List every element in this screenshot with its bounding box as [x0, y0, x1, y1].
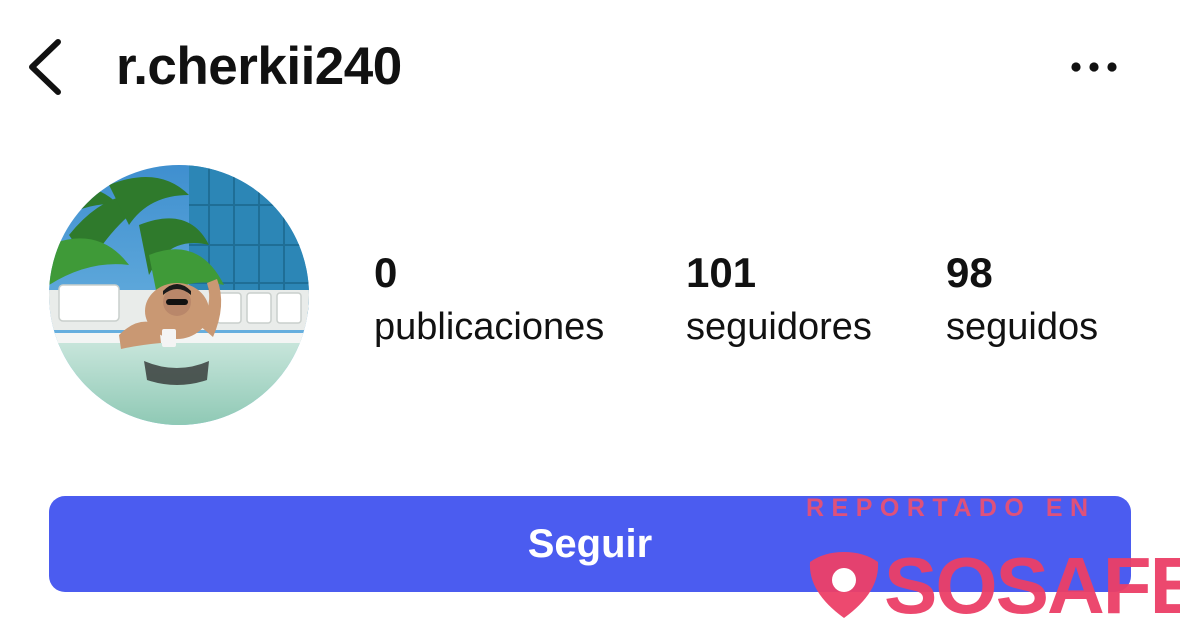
profile-page: r.cherkii240 0 publicaciones 101 seguido… — [0, 0, 1180, 640]
following-label: seguidos — [946, 306, 1099, 348]
stat-followers[interactable]: 101 seguidores — [686, 248, 872, 352]
profile-header: r.cherkii240 — [0, 0, 1180, 135]
followers-count: 101 — [686, 249, 757, 296]
following-count: 98 — [946, 249, 993, 296]
shield-icon — [809, 552, 879, 618]
stat-posts[interactable]: 0 publicaciones — [374, 248, 604, 352]
followers-label: seguidores — [686, 306, 872, 348]
stat-following[interactable]: 98 seguidos — [946, 248, 1098, 352]
posts-label: publicaciones — [374, 306, 605, 348]
profile-photo — [49, 165, 309, 425]
profile-username: r.cherkii240 — [116, 37, 402, 96]
avatar[interactable] — [49, 165, 309, 425]
back-button[interactable] — [22, 36, 70, 98]
posts-count: 0 — [374, 249, 398, 296]
more-horizontal-icon — [1071, 62, 1117, 72]
watermark-caption: REPORTADO EN — [806, 494, 1096, 522]
watermark-brand: SOSAFE — [884, 541, 1180, 630]
chevron-left-icon — [29, 39, 61, 95]
more-options-button[interactable] — [1064, 50, 1124, 84]
